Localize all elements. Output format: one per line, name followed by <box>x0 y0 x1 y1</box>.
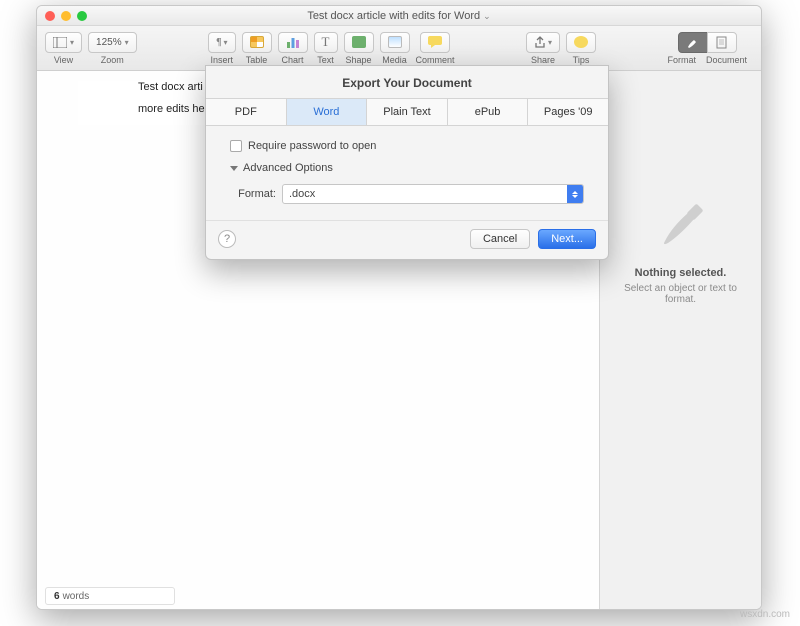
format-select[interactable]: .docx <box>282 184 584 204</box>
disclosure-triangle-icon <box>230 166 238 171</box>
text-button[interactable]: T <box>314 32 338 53</box>
chevron-down-icon: ▾ <box>223 38 227 47</box>
brush-large-icon <box>650 191 712 253</box>
chart-label: Chart <box>281 55 303 65</box>
chevron-down-icon: ▾ <box>70 38 74 47</box>
insert-label: Insert <box>211 55 234 65</box>
media-icon <box>388 36 402 48</box>
tab-pages09[interactable]: Pages '09 <box>528 99 608 125</box>
shape-button[interactable] <box>344 32 374 53</box>
view-button[interactable]: ▾ <box>45 32 82 53</box>
media-label: Media <box>382 55 407 65</box>
zoom-label: Zoom <box>101 55 124 65</box>
advanced-toggle[interactable]: Advanced Options <box>230 162 584 174</box>
view-label: View <box>54 55 73 65</box>
advanced-label: Advanced Options <box>243 162 333 174</box>
inspector-title: Nothing selected. <box>635 267 727 279</box>
share-button[interactable]: ▾ <box>526 32 560 53</box>
inspector-subtitle: Select an object or text to format. <box>600 283 761 305</box>
sheet-body: Require password to open Advanced Option… <box>206 126 608 220</box>
tips-label: Tips <box>573 55 590 65</box>
word-count-number: 6 <box>54 591 60 602</box>
format-tabs: PDF Word Plain Text ePub Pages '09 <box>206 98 608 126</box>
select-arrows-icon <box>567 184 583 204</box>
zoom-value: 125% <box>96 37 122 48</box>
cancel-button[interactable]: Cancel <box>470 229 530 249</box>
comment-button[interactable] <box>420 32 450 53</box>
table-icon <box>250 36 264 48</box>
chevron-down-icon[interactable]: ⌄ <box>483 11 491 21</box>
table-button[interactable] <box>242 32 272 53</box>
insert-button[interactable]: ¶▾ <box>208 32 235 53</box>
share-label: Share <box>531 55 555 65</box>
word-count[interactable]: 6 words <box>45 587 175 605</box>
document-tab[interactable] <box>707 32 737 53</box>
shape-icon <box>352 36 366 48</box>
document-icon <box>716 36 727 49</box>
brush-icon <box>686 36 699 49</box>
chart-button[interactable] <box>278 32 308 53</box>
chevron-down-icon: ▾ <box>125 38 129 47</box>
chevron-down-icon: ▾ <box>548 38 552 47</box>
format-label: Format <box>667 55 696 65</box>
tab-plaintext[interactable]: Plain Text <box>367 99 448 125</box>
shape-label: Shape <box>345 55 371 65</box>
comment-icon <box>428 36 442 48</box>
sidebar-icon <box>53 37 67 48</box>
watermark: wsxdn.com <box>740 609 790 620</box>
chart-icon <box>286 36 300 48</box>
next-button[interactable]: Next... <box>538 229 596 249</box>
export-sheet: Export Your Document PDF Word Plain Text… <box>205 65 609 260</box>
inspector-panel: Nothing selected. Select an object or te… <box>599 71 761 609</box>
tab-pdf[interactable]: PDF <box>206 99 287 125</box>
password-checkbox[interactable] <box>230 140 242 152</box>
tips-button[interactable] <box>566 32 596 53</box>
document-label: Document <box>706 55 747 65</box>
text-icon: T <box>322 34 330 50</box>
sheet-footer: ? Cancel Next... <box>206 220 608 259</box>
format-value: .docx <box>289 188 315 200</box>
media-button[interactable] <box>380 32 410 53</box>
window-title: Test docx article with edits for Word⌄ <box>37 10 761 22</box>
tab-epub[interactable]: ePub <box>448 99 529 125</box>
password-label: Require password to open <box>248 140 376 152</box>
inspector-tabs <box>678 32 737 53</box>
comment-label: Comment <box>416 55 455 65</box>
table-label: Table <box>246 55 268 65</box>
tab-word[interactable]: Word <box>287 99 368 125</box>
help-button[interactable]: ? <box>218 230 236 248</box>
text-label: Text <box>317 55 334 65</box>
paragraph-icon: ¶ <box>216 37 221 48</box>
share-icon <box>534 36 546 49</box>
sheet-title: Export Your Document <box>206 66 608 98</box>
format-tab[interactable] <box>678 32 708 53</box>
titlebar: Test docx article with edits for Word⌄ <box>37 6 761 26</box>
tips-icon <box>574 36 588 48</box>
format-field-label: Format: <box>230 188 276 200</box>
zoom-select[interactable]: 125% ▾ <box>88 32 137 53</box>
word-count-unit: words <box>63 591 90 602</box>
